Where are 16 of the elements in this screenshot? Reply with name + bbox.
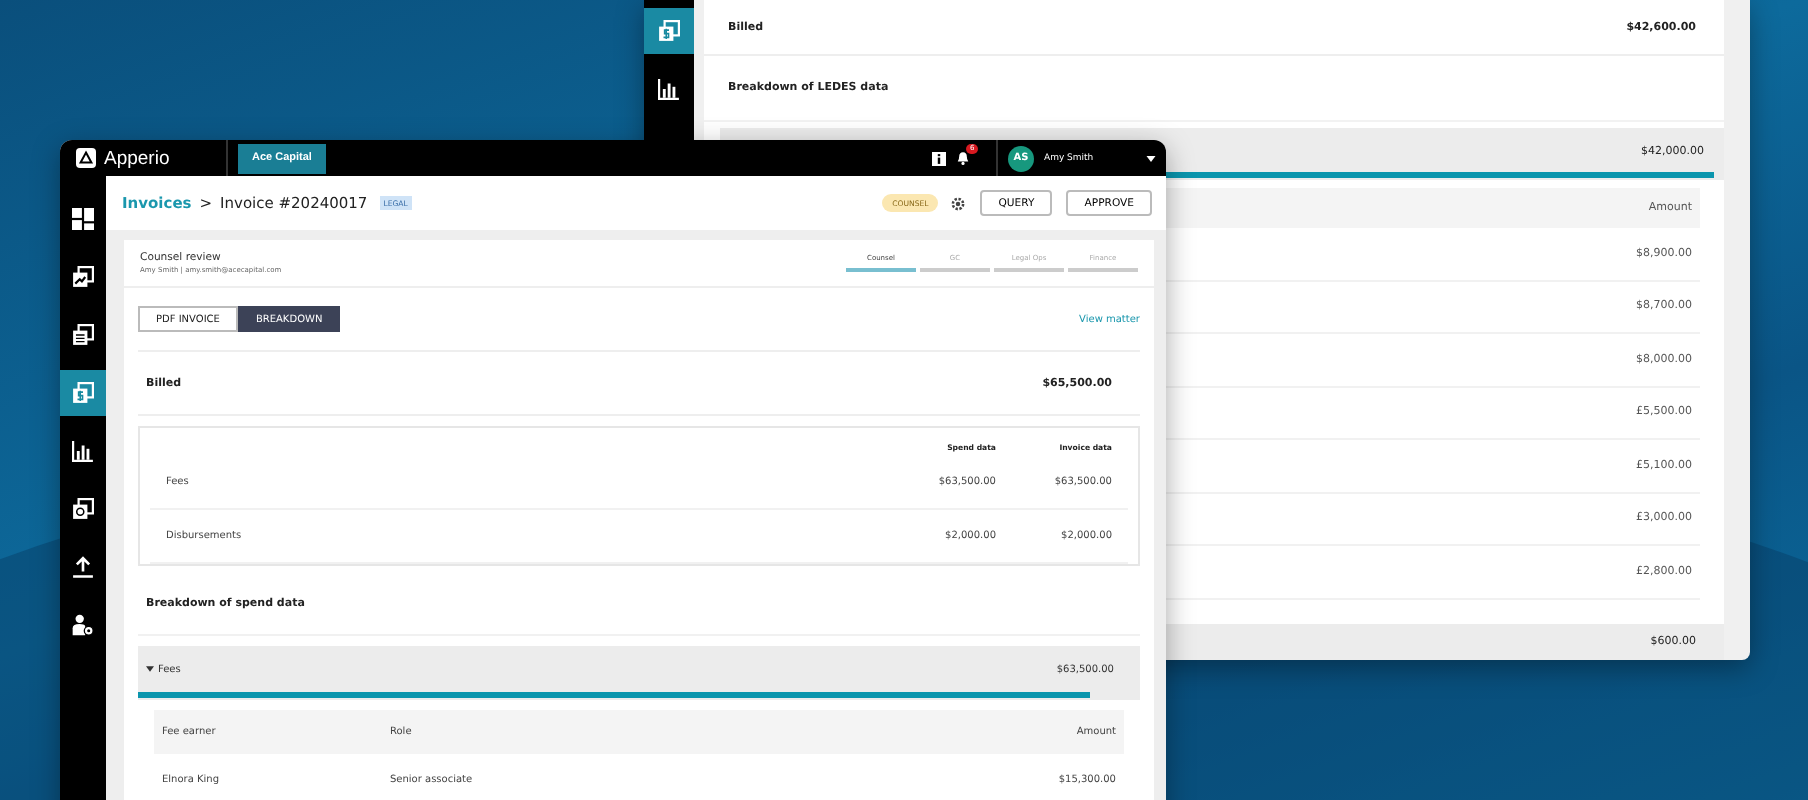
documents-icon — [72, 324, 94, 346]
logo-icon — [76, 148, 96, 168]
app-logo: Apperio — [104, 147, 170, 169]
bar-chart-icon — [72, 440, 94, 462]
caret-icon[interactable] — [1146, 155, 1156, 161]
trend-chart-icon — [72, 266, 94, 288]
grid-icon — [72, 208, 94, 230]
upload-icon — [72, 556, 94, 578]
bar-chart-icon — [658, 78, 680, 100]
settings-icon[interactable] — [950, 195, 967, 211]
user-settings-icon — [72, 614, 94, 636]
bell-icon[interactable] — [956, 150, 970, 166]
info-icon[interactable] — [932, 151, 946, 165]
copy-icon — [72, 498, 94, 520]
invoice-icon — [72, 382, 94, 404]
invoice-icon — [658, 20, 680, 42]
